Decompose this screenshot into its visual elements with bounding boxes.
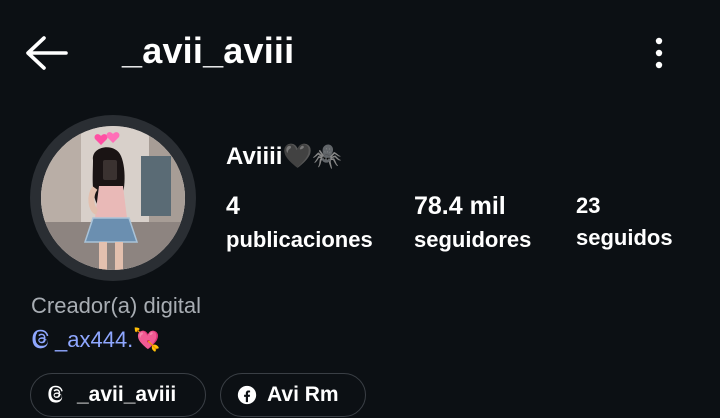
- facebook-chip-label: Avi Rm: [267, 383, 339, 406]
- threads-chip-label: _avii_aviii: [77, 383, 177, 406]
- profile-username-title: _avii_aviii: [122, 30, 295, 71]
- facebook-profile-chip[interactable]: Avi Rm: [220, 373, 366, 417]
- back-button[interactable]: [22, 34, 68, 72]
- threads-icon: [48, 385, 63, 403]
- more-vertical-icon: [655, 37, 663, 69]
- display-name: Aviiii🖤🕷️: [226, 143, 343, 170]
- more-options-button[interactable]: [648, 34, 670, 72]
- threads-bio-link[interactable]: _ax444.💘: [31, 327, 161, 353]
- stat-posts[interactable]: 4 publicaciones: [226, 190, 373, 256]
- stat-following[interactable]: 23 seguidos: [576, 190, 673, 254]
- profile-page: _avii_aviii Aviiii🖤🕷️ 4 publicaciones 78…: [0, 0, 720, 418]
- back-arrow-icon: [26, 36, 68, 70]
- stat-following-count: 23: [576, 193, 601, 218]
- profile-category: Creador(a) digital: [31, 293, 201, 318]
- stat-posts-label: publicaciones: [226, 227, 373, 252]
- stat-posts-count: 4: [226, 192, 240, 220]
- stat-following-label: seguidos: [576, 225, 673, 250]
- avatar[interactable]: [41, 126, 185, 270]
- threads-bio-handle: _ax444.💘: [55, 327, 161, 352]
- threads-profile-chip[interactable]: _avii_aviii: [30, 373, 206, 417]
- facebook-icon: [237, 385, 257, 405]
- stat-followers-count: 78.4 mil: [414, 192, 506, 220]
- stat-followers[interactable]: 78.4 mil seguidores: [414, 190, 531, 256]
- threads-at-icon: [32, 329, 49, 349]
- stat-followers-label: seguidores: [414, 227, 532, 252]
- profile-photo: [41, 126, 185, 270]
